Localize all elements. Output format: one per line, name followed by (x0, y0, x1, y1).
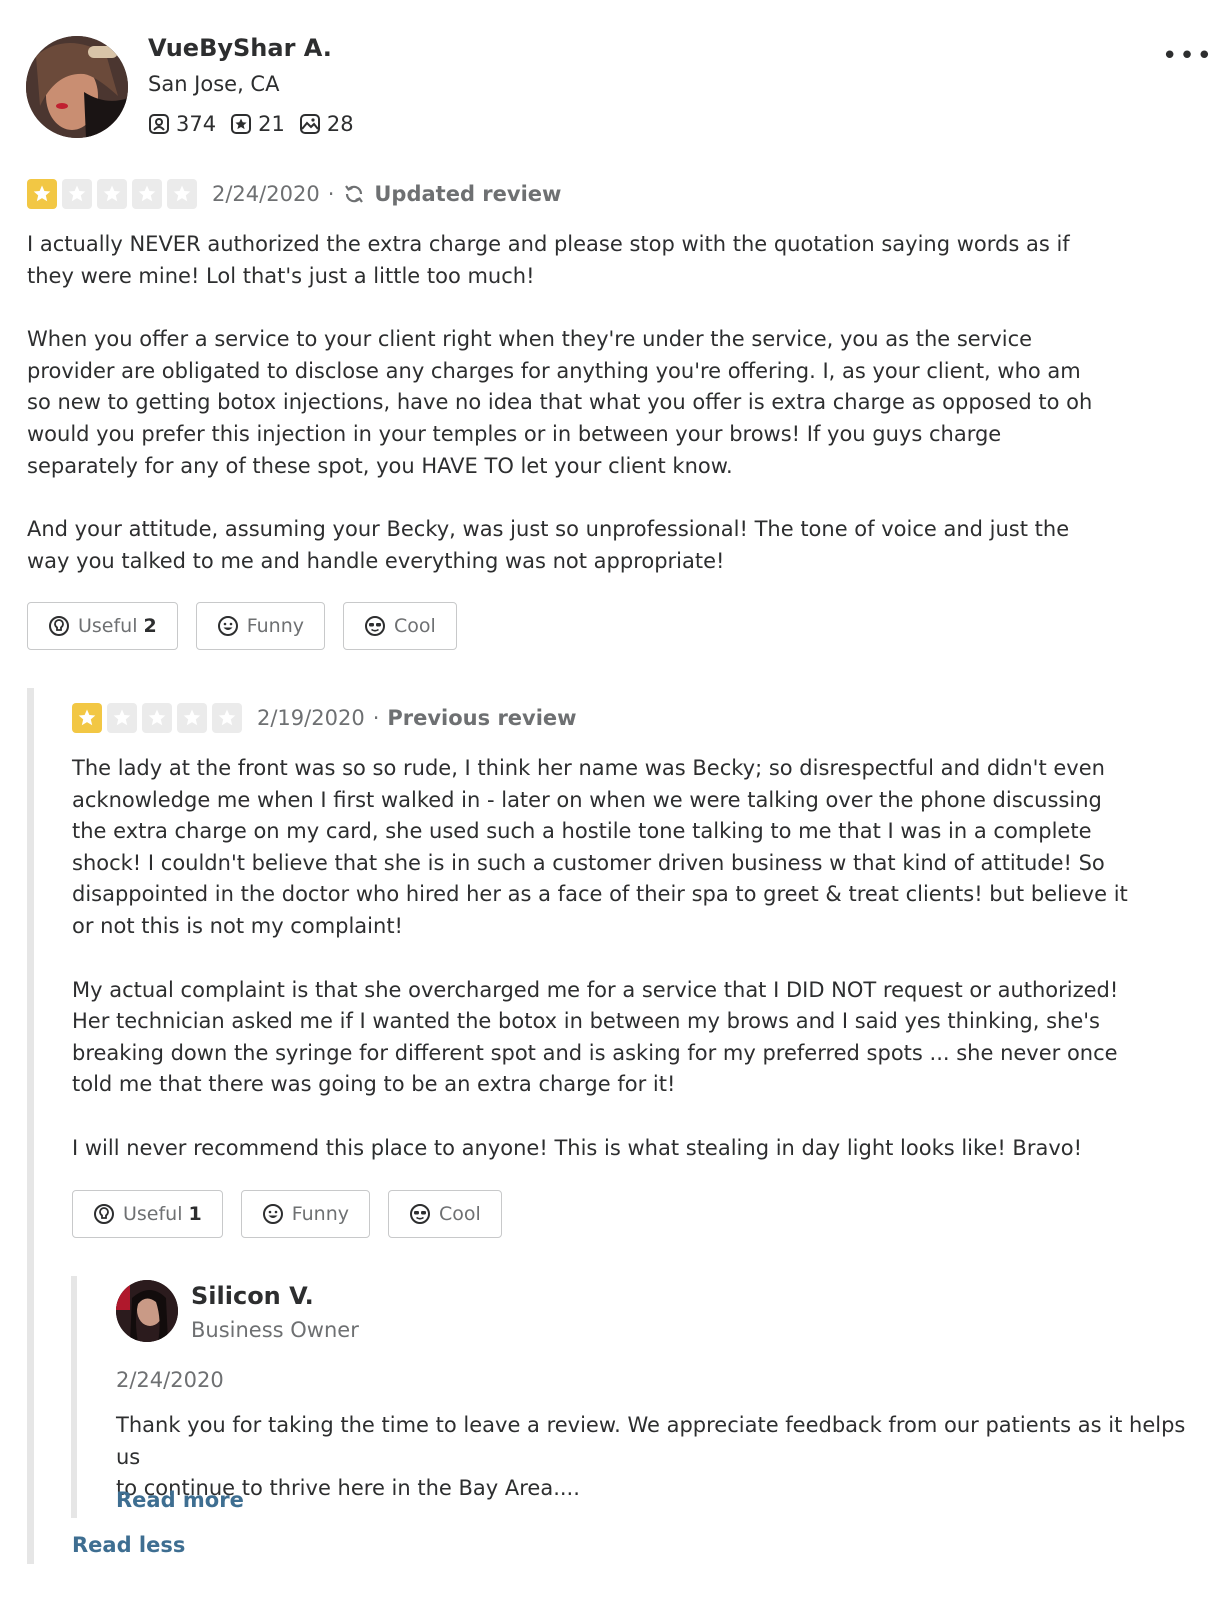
useful-button[interactable]: Useful 1 (72, 1190, 223, 1238)
cool-button[interactable]: Cool (388, 1190, 502, 1238)
friends-icon (149, 114, 169, 134)
photos-count: 28 (326, 112, 354, 136)
star-icon (212, 703, 242, 733)
owner-reply-text: Thank you for taking the time to leave a… (116, 1413, 1186, 1501)
updated-review-label: Updated review (342, 182, 561, 206)
user-location: San Jose, CA (148, 72, 280, 96)
photos-stat: 28 (299, 112, 354, 136)
review-paragraph: When you offer a service to your client … (27, 327, 1093, 478)
updated-review-reactions: Useful 2 Funny Cool (27, 602, 475, 650)
previous-review-rating-row: 2/19/2020 · Previous review (72, 702, 577, 734)
friends-stat: 374 (148, 112, 216, 136)
previous-review-body: The lady at the front was so so rude, I … (72, 753, 1172, 1197)
previous-review-reactions: Useful 1 Funny Cool (72, 1190, 520, 1238)
useful-label: Useful (78, 615, 138, 637)
cool-button[interactable]: Cool (343, 602, 457, 650)
review-star-icon (231, 114, 252, 134)
star-rating (72, 703, 247, 733)
lightbulb-icon (94, 1204, 114, 1224)
cool-label: Cool (394, 615, 436, 637)
user-stats: 374 21 28 (148, 110, 368, 138)
star-icon (97, 179, 127, 209)
useful-label: Useful (123, 1203, 183, 1225)
smile-icon (262, 1204, 283, 1224)
owner-role: Business Owner (191, 1318, 359, 1342)
review-paragraph: And your attitude, assuming your Becky, … (27, 517, 1070, 573)
review-paragraph: The lady at the front was so so rude, I … (72, 756, 1128, 938)
funny-button[interactable]: Funny (195, 602, 326, 650)
review-date: 2/19/2020 (257, 706, 365, 730)
more-options-icon[interactable]: ••• (1162, 43, 1214, 69)
funny-button[interactable]: Funny (240, 1190, 371, 1238)
read-more-link[interactable]: Read more (116, 1488, 244, 1512)
separator-dot: · (327, 182, 335, 206)
updated-review-rating-row: 2/24/2020 · Updated review (27, 178, 561, 210)
cool-label: Cool (439, 1203, 481, 1225)
star-icon (72, 703, 102, 733)
user-avatar[interactable] (26, 36, 128, 138)
star-icon (167, 179, 197, 209)
reviews-stat: 21 (230, 112, 285, 136)
user-name[interactable]: VueByShar A. (148, 34, 332, 62)
reviews-count: 21 (258, 112, 285, 136)
sunglasses-icon (410, 1204, 431, 1224)
star-icon (142, 703, 172, 733)
review-paragraph: I will never recommend this place to any… (72, 1135, 1083, 1160)
star-rating (27, 179, 202, 209)
smile-icon (217, 616, 238, 636)
owner-avatar[interactable] (116, 1280, 178, 1342)
review-paragraph: I actually NEVER authorized the extra ch… (27, 232, 1070, 288)
separator-dot: · (372, 706, 380, 730)
photo-icon (299, 114, 320, 134)
useful-count: 1 (188, 1203, 202, 1225)
review-date: 2/24/2020 (212, 182, 320, 206)
star-icon (62, 179, 92, 209)
updated-review-text: Updated review (374, 182, 562, 206)
lightbulb-icon (49, 616, 69, 636)
updated-review-body: I actually NEVER authorized the extra ch… (27, 229, 1127, 609)
thread-divider (27, 688, 34, 1564)
star-icon (177, 703, 207, 733)
star-icon (132, 179, 162, 209)
star-icon (27, 179, 57, 209)
star-icon (107, 703, 137, 733)
owner-reply-divider (71, 1276, 77, 1518)
owner-reply-date: 2/24/2020 (116, 1368, 224, 1392)
owner-name[interactable]: Silicon V. (191, 1282, 314, 1310)
sunglasses-icon (365, 616, 386, 636)
funny-label: Funny (291, 1203, 350, 1225)
previous-review-label: Previous review (387, 706, 577, 730)
useful-button[interactable]: Useful 2 (27, 602, 178, 650)
review-paragraph: My actual complaint is that she overchar… (72, 977, 1119, 1097)
refresh-icon (345, 185, 364, 203)
funny-label: Funny (246, 615, 305, 637)
read-less-link[interactable]: Read less (72, 1533, 185, 1557)
useful-count: 2 (143, 615, 157, 637)
friends-count: 374 (176, 112, 217, 136)
